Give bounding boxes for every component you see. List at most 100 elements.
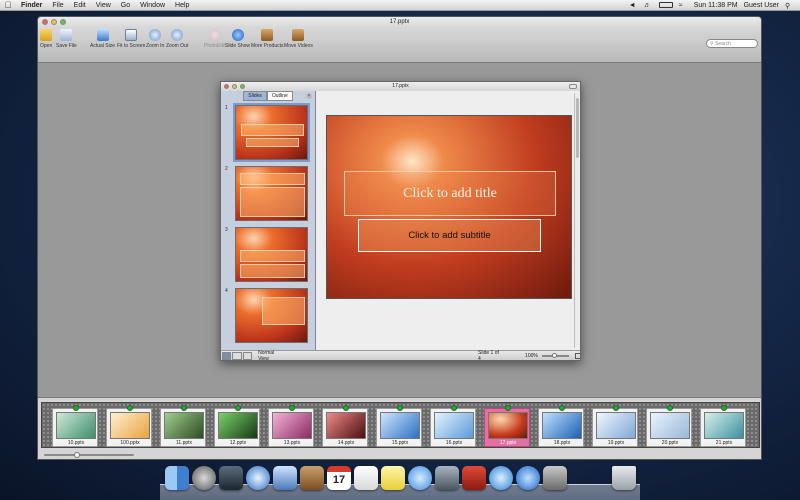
messages-icon[interactable] <box>408 466 432 490</box>
contacts-icon[interactable] <box>300 466 324 490</box>
pin-icon <box>505 405 511 411</box>
window-titlebar[interactable]: 17.pptx <box>38 17 761 27</box>
pin-icon <box>397 405 403 411</box>
slider-knob[interactable] <box>74 452 80 458</box>
zoom-slider-knob[interactable] <box>551 352 557 358</box>
file-item[interactable]: 18.pptx <box>538 405 584 447</box>
open-button[interactable]: Open <box>40 29 52 49</box>
file-item-selected[interactable]: 17.pptx <box>484 405 530 447</box>
close-panel-icon[interactable]: × <box>306 93 312 99</box>
photo-edit-button[interactable]: PhotoEdit <box>204 29 226 49</box>
file-item[interactable]: 11.pptx <box>160 405 206 447</box>
doc-minimize-button[interactable] <box>232 84 237 89</box>
file-item[interactable]: 21.pptx <box>700 405 746 447</box>
fit-to-screen-button[interactable]: Fit to Screen <box>117 29 145 49</box>
slide-thumbnail-2[interactable] <box>235 166 308 221</box>
file-item[interactable]: 10.pptx <box>52 405 98 447</box>
document-titlebar[interactable]: 17.pptx <box>221 82 580 91</box>
trash-icon[interactable] <box>612 466 636 490</box>
file-item[interactable]: 100.pptx <box>106 405 152 447</box>
launchpad-icon[interactable] <box>192 466 216 490</box>
file-thumbnail <box>56 412 96 439</box>
slide-thumbnail-1[interactable] <box>233 103 310 162</box>
menu-app-finder[interactable]: Finder <box>16 2 47 9</box>
menu-view[interactable]: View <box>91 2 116 9</box>
facetime-icon[interactable] <box>435 466 459 490</box>
document-window: 17.pptx Slides Outline × 1 2 3 4 Click t… <box>220 81 581 361</box>
file-thumbnail <box>380 412 420 439</box>
menu-help[interactable]: Help <box>170 2 194 9</box>
save-file-label: Save File <box>56 43 77 49</box>
close-button[interactable] <box>42 19 48 25</box>
move-videos-button[interactable]: Move Videos <box>284 29 313 49</box>
tab-slides[interactable]: Slides <box>243 91 267 101</box>
wifi-icon[interactable]: ≈ <box>679 2 688 9</box>
battery-icon[interactable] <box>658 2 673 8</box>
notes-view-button[interactable] <box>242 351 253 360</box>
stickies-icon[interactable] <box>381 466 405 490</box>
doc-zoom-button[interactable] <box>240 84 245 89</box>
thumbnail-number: 4 <box>225 288 228 294</box>
spotlight-icon[interactable]: ⚲ <box>785 2 794 10</box>
zoom-out-button[interactable]: Zoom Out <box>166 29 188 49</box>
subtitle-placeholder[interactable]: Click to add subtitle <box>358 219 541 252</box>
doc-close-button[interactable] <box>224 84 229 89</box>
thumbnail-number: 3 <box>225 227 228 233</box>
menu-edit[interactable]: Edit <box>69 2 91 9</box>
menu-file[interactable]: File <box>47 2 68 9</box>
file-item[interactable]: 13.pptx <box>268 405 314 447</box>
file-item[interactable]: 19.pptx <box>592 405 638 447</box>
folder-icon <box>40 29 53 41</box>
slide-canvas[interactable]: Click to add title Click to add subtitle <box>326 115 572 299</box>
finder-icon[interactable] <box>165 466 189 490</box>
apple-menu-icon[interactable]:  <box>0 0 16 10</box>
zoom-button[interactable] <box>60 19 66 25</box>
document-window-controls <box>224 84 245 89</box>
save-file-button[interactable]: Save File <box>56 29 77 49</box>
slide-show-button[interactable]: Slide Show <box>225 29 250 49</box>
search-input[interactable]: ⚲ Search <box>706 39 758 48</box>
file-item[interactable]: 14.pptx <box>322 405 368 447</box>
actual-size-button[interactable]: Actual Size <box>90 29 115 49</box>
app-store-icon[interactable] <box>516 466 540 490</box>
title-placeholder[interactable]: Click to add title <box>344 171 556 216</box>
mission-control-icon[interactable] <box>219 466 243 490</box>
preview-icon[interactable] <box>273 466 297 490</box>
file-name: 14.pptx <box>337 440 355 446</box>
safari-icon[interactable] <box>246 466 270 490</box>
file-item[interactable]: 20.pptx <box>646 405 692 447</box>
file-item[interactable]: 16.pptx <box>430 405 476 447</box>
slide-thumbnail-4[interactable] <box>235 288 308 343</box>
zoom-in-button[interactable]: Zoom In <box>146 29 164 49</box>
thumbnail-number: 1 <box>225 105 228 111</box>
tab-outline[interactable]: Outline <box>266 91 293 101</box>
file-item[interactable]: 15.pptx <box>376 405 422 447</box>
photo-booth-icon[interactable] <box>462 466 486 490</box>
menu-clock[interactable]: Sun 11:38 PM <box>694 2 738 9</box>
system-preferences-icon[interactable] <box>543 466 567 490</box>
thumbnail-size-slider[interactable] <box>44 452 134 458</box>
toolbar-toggle-button[interactable] <box>569 84 577 89</box>
menu-window[interactable]: Window <box>135 2 170 9</box>
itunes-icon[interactable] <box>489 466 513 490</box>
vertical-scrollbar[interactable] <box>574 93 579 348</box>
reminders-icon[interactable] <box>354 466 378 490</box>
slide-sorter-view-button[interactable] <box>232 351 242 360</box>
fit-window-icon[interactable] <box>575 352 580 359</box>
calendar-icon[interactable]: 17 <box>327 466 351 490</box>
menu-go[interactable]: Go <box>116 2 135 9</box>
minimize-button[interactable] <box>51 19 57 25</box>
more-products-button[interactable]: More Products <box>251 29 284 49</box>
box-icon <box>261 29 274 41</box>
normal-view-button[interactable] <box>222 351 232 360</box>
file-item[interactable]: 12.pptx <box>214 405 260 447</box>
location-icon[interactable]: ◄ <box>629 2 638 9</box>
zoom-slider[interactable] <box>541 352 570 358</box>
slide-thumbnail-3[interactable] <box>235 227 308 282</box>
scroll-thumb[interactable] <box>576 98 579 158</box>
document-canvas: 17.pptx Slides Outline × 1 2 3 4 Click t… <box>38 64 761 397</box>
window-title: 17.pptx <box>389 19 410 25</box>
menu-user[interactable]: Guest User <box>744 2 779 9</box>
volume-icon[interactable]: ♬ <box>644 2 653 9</box>
document-status-bar: Normal View Slide 1 of 4 100% <box>221 350 580 360</box>
